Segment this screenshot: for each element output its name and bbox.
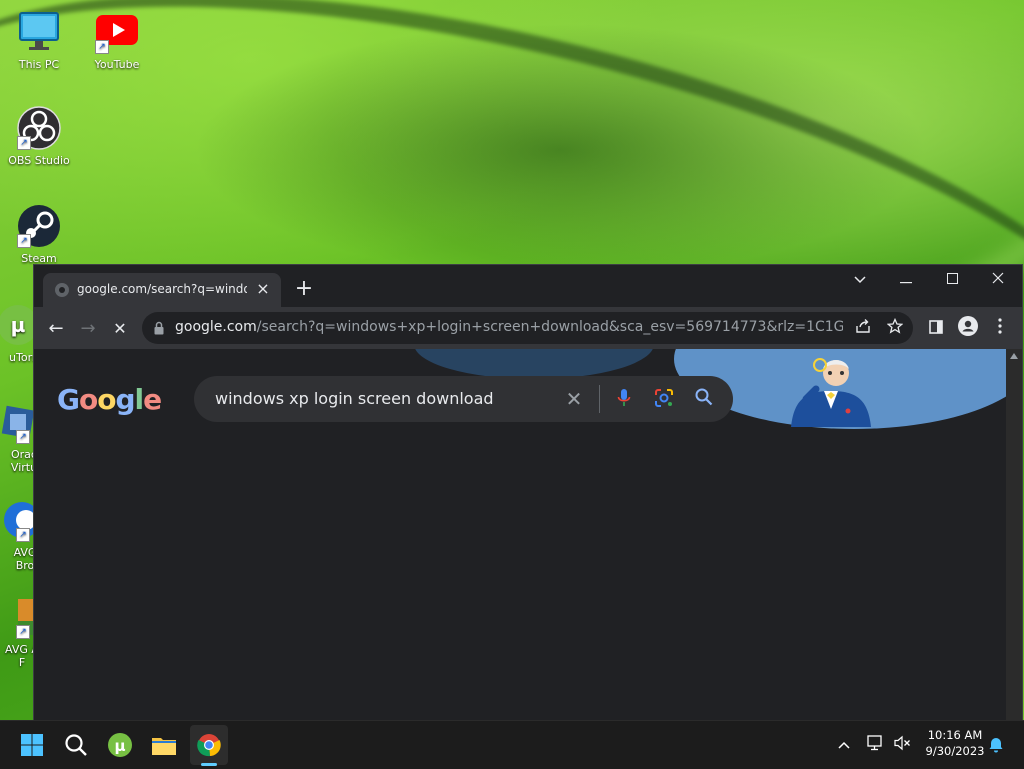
start-button[interactable] — [16, 729, 48, 761]
youtube-icon: ↗ — [95, 10, 139, 54]
desktop-icon-label: This PC — [18, 58, 60, 71]
desktop-icon-label: YouTube — [94, 58, 140, 71]
desktop-icon-youtube[interactable]: ↗ YouTube — [79, 10, 155, 71]
stop-icon: ✕ — [113, 319, 127, 338]
show-hidden-icons-button[interactable] — [834, 735, 854, 755]
chrome-menu-button[interactable] — [987, 316, 1013, 342]
volume-button[interactable] — [892, 735, 912, 755]
star-icon — [886, 317, 904, 334]
svg-text:µ: µ — [114, 737, 125, 755]
doodle-background-shape — [414, 349, 654, 379]
shortcut-arrow-icon: ↗ — [95, 40, 109, 54]
address-bar[interactable]: google.com/search?q=windows+xp+login+scr… — [142, 312, 913, 344]
clock-date: 9/30/2023 — [925, 744, 985, 758]
tab-google-search[interactable]: google.com/search?q=windows × — [43, 273, 281, 307]
google-doodle-illustration[interactable] — [786, 349, 876, 429]
taskbar-utorrent[interactable]: µ — [104, 729, 136, 761]
system-clock[interactable]: 10:16 AM 9/30/2023 — [918, 727, 992, 759]
profile-avatar-icon — [958, 316, 978, 336]
search-input[interactable]: windows xp login screen download — [215, 389, 494, 408]
network-button[interactable] — [866, 735, 886, 755]
microphone-icon — [617, 389, 631, 406]
taskbar: µ 10:16 AM 9/30/2023 — [0, 720, 1024, 769]
maximize-icon — [946, 273, 958, 284]
obs-icon: ↗ — [17, 106, 61, 150]
chrome-titlebar[interactable]: google.com/search?q=windows × + — [34, 265, 1022, 307]
close-icon[interactable]: × — [253, 279, 273, 299]
windows-logo-icon — [21, 734, 43, 756]
desktop-icon-obs-studio[interactable]: ↗ OBS Studio — [1, 106, 77, 167]
desktop-icon-this-pc[interactable]: This PC — [1, 10, 77, 71]
volume-muted-icon — [894, 735, 910, 751]
back-arrow-icon: ← — [48, 318, 64, 339]
minimize-icon — [900, 282, 912, 284]
close-icon — [992, 272, 1004, 284]
network-icon — [867, 735, 882, 751]
stop-loading-button[interactable]: ✕ — [107, 316, 133, 342]
desktop-icon-label: Steam — [21, 252, 57, 265]
side-panel-icon — [929, 320, 943, 334]
chevron-up-icon — [838, 741, 850, 749]
new-tab-button[interactable]: + — [292, 278, 316, 302]
taskbar-file-explorer[interactable] — [148, 729, 180, 761]
chevron-down-icon — [854, 276, 866, 284]
chrome-window: google.com/search?q=windows × + ← → ✕ — [34, 265, 1022, 720]
steam-icon: ↗ — [17, 204, 61, 248]
clock-time: 10:16 AM — [927, 728, 983, 742]
bell-icon — [989, 738, 1003, 753]
tab-title: google.com/search?q=windows — [77, 282, 247, 296]
close-icon: ✕ — [565, 387, 583, 411]
chrome-icon — [197, 734, 221, 757]
search-icon — [695, 388, 713, 406]
share-button[interactable] — [853, 318, 873, 338]
shortcut-arrow-icon: ↗ — [16, 430, 30, 444]
page-content: Google windows xp login screen download … — [34, 349, 1006, 720]
url-path: /search?q=windows+xp+login+screen+downlo… — [256, 319, 843, 335]
bookmark-button[interactable] — [885, 317, 905, 338]
url-text[interactable]: google.com/search?q=windows+xp+login+scr… — [175, 319, 843, 335]
lock-icon — [154, 321, 164, 335]
taskbar-chrome[interactable] — [190, 725, 228, 766]
camera-lens-icon — [655, 389, 673, 407]
scroll-up-arrow-icon[interactable] — [1010, 353, 1018, 359]
search-divider — [599, 385, 600, 413]
forward-arrow-icon: → — [80, 318, 96, 339]
more-vert-icon — [998, 318, 1002, 334]
shortcut-arrow-icon: ↗ — [17, 136, 31, 150]
maximize-button[interactable] — [929, 265, 975, 295]
loading-favicon-icon — [55, 283, 69, 297]
folder-icon — [152, 738, 176, 755]
shortcut-arrow-icon: ↗ — [16, 528, 30, 542]
shortcut-arrow-icon: ↗ — [17, 234, 31, 248]
notifications-button[interactable] — [986, 735, 1006, 755]
side-panel-button[interactable] — [923, 316, 949, 342]
close-window-button[interactable] — [975, 265, 1021, 295]
voice-search-button[interactable] — [613, 388, 635, 410]
clear-search-button[interactable]: ✕ — [563, 388, 585, 410]
search-icon — [65, 734, 87, 756]
minimize-button[interactable] — [883, 265, 929, 295]
shortcut-arrow-icon: ↗ — [16, 625, 30, 639]
profile-button[interactable] — [955, 316, 981, 342]
google-logo[interactable]: Google — [57, 383, 162, 416]
lens-search-button[interactable] — [653, 388, 675, 410]
back-button[interactable]: ← — [43, 316, 69, 342]
active-app-indicator — [201, 763, 217, 766]
page-scrollbar[interactable] — [1006, 349, 1022, 720]
desktop-icon-steam[interactable]: ↗ Steam — [1, 204, 77, 265]
url-host: google.com — [175, 319, 257, 335]
search-box[interactable]: windows xp login screen download ✕ — [194, 376, 733, 422]
svg-text:µ: µ — [11, 313, 26, 337]
taskbar-search-button[interactable] — [60, 729, 92, 761]
chrome-toolbar: ← → ✕ google.com/search?q=windows+xp+log… — [34, 307, 1022, 349]
utorrent-icon: µ — [108, 733, 132, 757]
tab-search-dropdown-button[interactable] — [837, 265, 883, 295]
share-icon — [856, 319, 870, 333]
desktop-icon-label: OBS Studio — [8, 154, 70, 167]
monitor-icon — [17, 10, 61, 54]
search-submit-button[interactable] — [693, 388, 715, 410]
forward-button[interactable]: → — [75, 316, 101, 342]
